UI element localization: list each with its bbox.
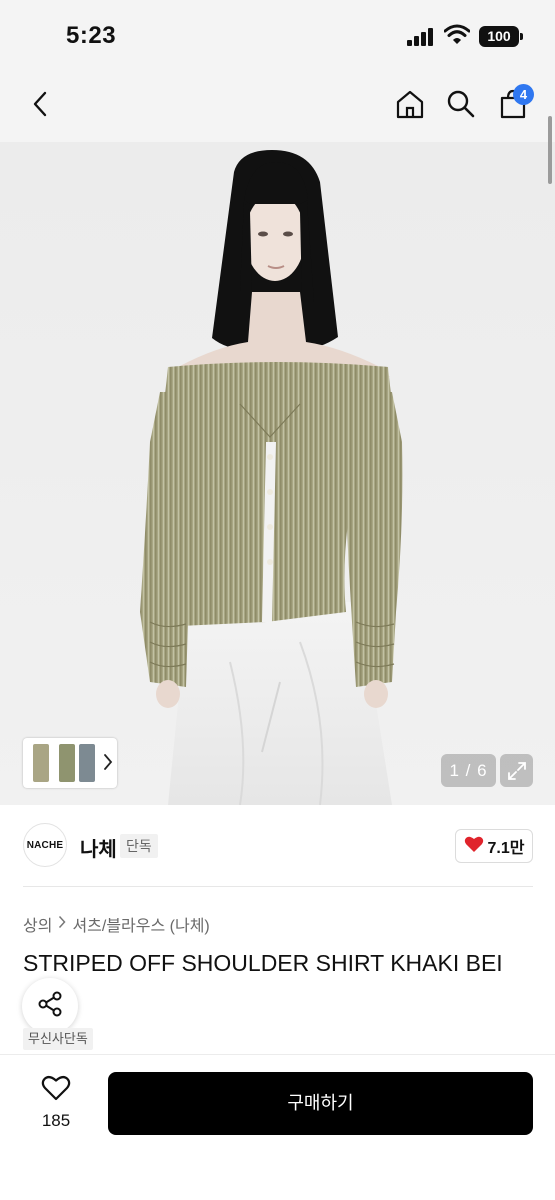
breadcrumb-category[interactable]: 상의 [23,912,52,936]
brand-name[interactable]: 나체 [80,833,117,862]
chevron-right-icon [103,753,113,776]
battery-indicator: 100 [479,26,523,47]
image-counter: 1 / 6 [441,754,496,787]
brand-like-count: 7.1만 [487,840,525,857]
thumbnail-image [33,744,49,782]
divider [23,886,533,887]
home-icon[interactable] [392,84,428,124]
heart-icon [464,835,484,858]
heart-icon [41,1074,71,1107]
thumbnail-image [59,744,75,782]
wifi-icon [443,24,471,46]
status-time: 5:23 [66,22,117,49]
thumbnail-strip-button[interactable] [23,738,117,788]
search-icon[interactable] [443,84,479,124]
cart-count-badge: 4 [513,84,534,105]
chevron-right-icon [58,915,66,934]
brand-like-button[interactable]: 7.1만 [455,829,533,863]
share-icon [36,990,64,1023]
product-main-image[interactable] [0,142,555,805]
wishlist-button[interactable]: 185 [28,1074,84,1131]
exclusive-badge: 무신사단독 [23,1028,93,1050]
breadcrumb: 상의 셔츠/블라우스 (나체) [23,912,210,936]
brand-exclusive-tag: 단독 [120,834,158,858]
buy-button[interactable]: 구매하기 [108,1072,533,1135]
thumbnail-image [79,744,95,782]
status-bar: 5:23 100 [0,0,555,70]
brand-logo[interactable]: NACHE [23,823,67,867]
share-button[interactable] [22,978,78,1034]
product-title: STRIPED OFF SHOULDER SHIRT KHAKI BEI [23,950,503,976]
cellular-signal-icon [407,28,437,46]
wishlist-count: 185 [41,1111,71,1130]
scroll-indicator [548,116,552,184]
breadcrumb-subcategory[interactable]: 셔츠/블라우스 (나체) [72,912,209,936]
back-icon[interactable] [22,84,58,124]
expand-icon[interactable] [500,754,533,787]
